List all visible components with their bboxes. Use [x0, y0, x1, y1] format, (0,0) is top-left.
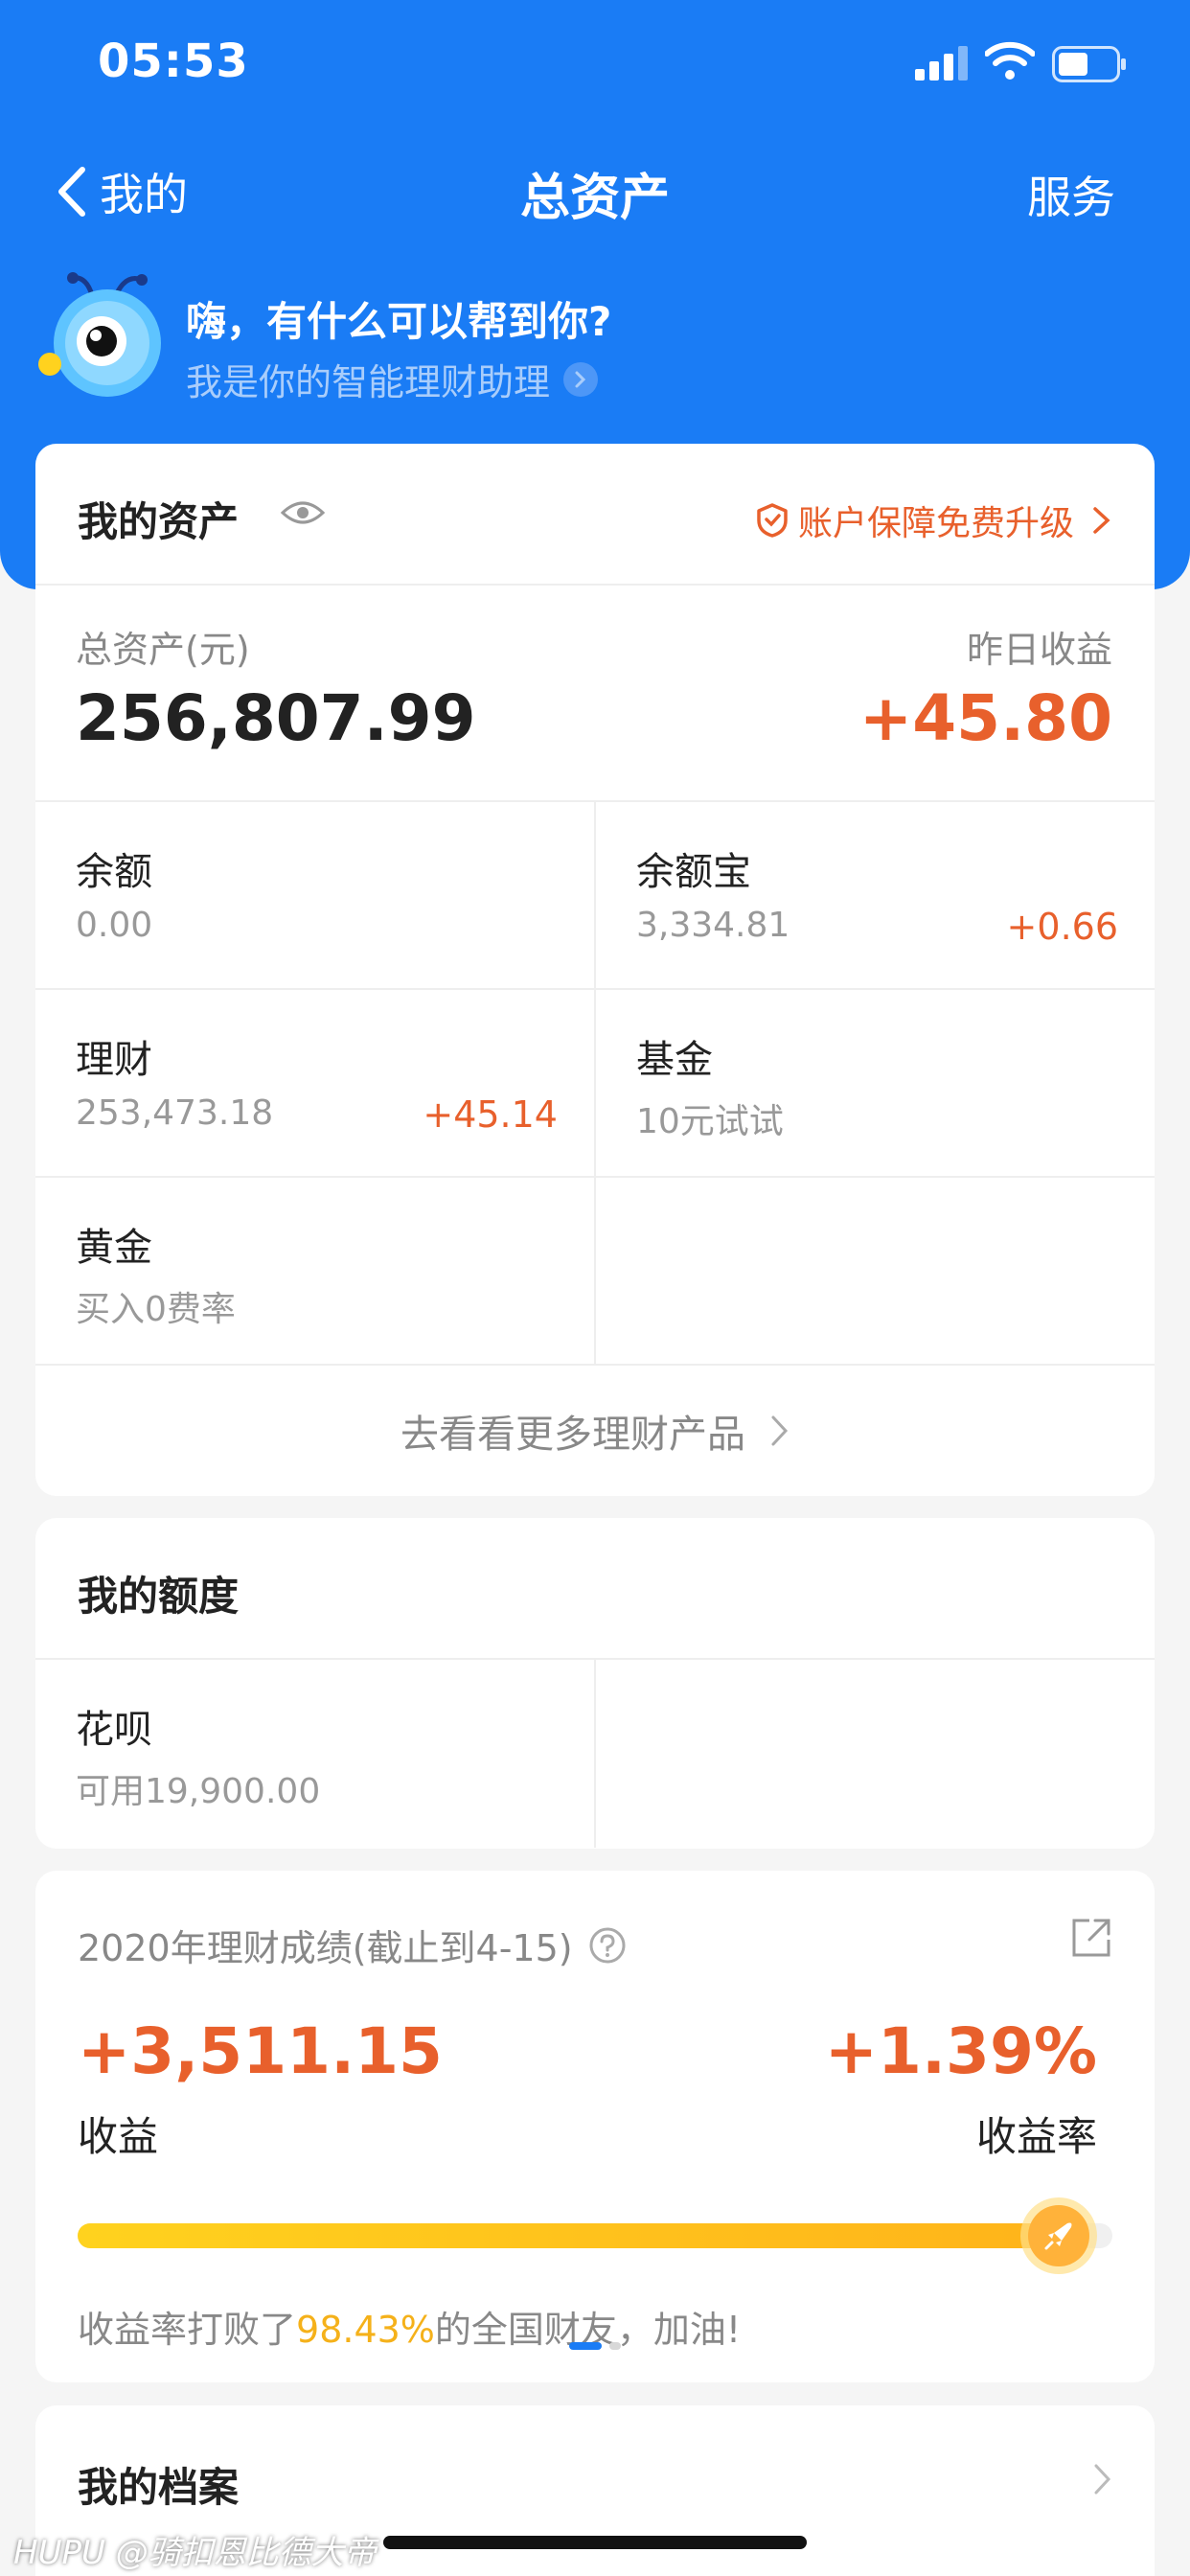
asset-item-gain: +45.14: [423, 1093, 558, 1136]
assistant-subtitle-text: 我是你的智能理财助理: [186, 361, 551, 403]
yesterday-earnings-label: 昨日收益: [966, 629, 1112, 671]
quota-title: 我的额度: [78, 1573, 240, 1620]
yesterday-earnings-value: +45.80: [858, 681, 1112, 755]
performance-rate-value: +1.39%: [824, 2014, 1097, 2088]
asset-item-gold[interactable]: 黄金 买入0费率: [35, 1178, 596, 1366]
chevron-right-circle-icon: [563, 361, 599, 397]
asset-item-balance[interactable]: 余额 0.00: [35, 802, 596, 990]
asset-item-gain: +0.66: [1006, 906, 1118, 948]
asset-item-value: 3,334.81: [636, 906, 790, 945]
mascot-ant-icon: [38, 272, 161, 397]
total-assets-label: 总资产(元): [76, 629, 250, 671]
asset-item-value: 买入0费率: [76, 1290, 236, 1329]
carousel-dot-active: [569, 2342, 602, 2350]
assistant-greeting: 嗨，有什么可以帮到你?: [186, 298, 612, 345]
chevron-right-icon: [771, 1415, 789, 1446]
assistant-subtitle: 我是你的智能理财助理: [186, 353, 599, 405]
total-assets-value: 256,807.99: [76, 681, 476, 755]
home-indicator[interactable]: [383, 2536, 807, 2549]
profile-title: 我的档案: [78, 2464, 240, 2511]
account-protection-link[interactable]: 账户保障免费升级: [756, 495, 1112, 545]
quota-item-huabei[interactable]: 花呗 可用19,900.00: [35, 1660, 596, 1848]
asset-item-value: 0.00: [76, 906, 153, 945]
page-title: 总资产: [519, 170, 670, 227]
performance-card: 2020年理财成绩(截止到4-15) +3,511.15 +1.39% 收益 收…: [35, 1871, 1155, 2382]
watermark: HUPU @骑扣恩比德大帝: [13, 2534, 377, 2572]
performance-title: 2020年理财成绩(截止到4-15): [78, 1919, 627, 1971]
performance-rate-label: 收益率: [975, 2113, 1097, 2160]
asset-item-yuebao[interactable]: 余额宝 3,334.81 +0.66: [596, 802, 1155, 990]
asset-item-value: 253,473.18: [76, 1093, 274, 1133]
rank-progress-track: [78, 2223, 1112, 2248]
asset-item-fund[interactable]: 基金 10元试试: [596, 990, 1155, 1178]
assistant-banner[interactable]: 嗨，有什么可以帮到你? 我是你的智能理财助理: [36, 268, 1148, 412]
battery-icon: [1052, 46, 1126, 82]
status-time: 05:53: [98, 34, 249, 88]
quota-grid: 花呗 可用19,900.00: [35, 1660, 1155, 1848]
asset-item-title: 余额宝: [636, 850, 751, 894]
asset-grid: 余额 0.00 余额宝 3,334.81 +0.66 理财 253,473.18…: [35, 802, 1155, 1366]
asset-item-value: 10元试试: [636, 1102, 784, 1141]
asset-item-wealth[interactable]: 理财 253,473.18 +45.14: [35, 990, 596, 1178]
service-button[interactable]: 服务: [1027, 163, 1115, 226]
total-assets-row[interactable]: 总资产(元) 256,807.99 昨日收益 +45.80: [35, 586, 1155, 802]
chevron-right-icon: [1093, 507, 1110, 534]
chevron-right-icon: [1094, 2464, 1111, 2495]
shield-icon: [757, 503, 788, 538]
rocket-icon: [1020, 2197, 1097, 2274]
performance-gain-value: +3,511.15: [78, 2014, 443, 2088]
quota-card: 我的额度 花呗 可用19,900.00: [35, 1518, 1155, 1849]
help-icon[interactable]: [588, 1926, 627, 1965]
performance-title-text: 2020年理财成绩(截止到4-15): [78, 1927, 573, 1969]
more-products-label: 去看看更多理财产品: [400, 1413, 745, 1457]
quota-item-value: 可用19,900.00: [76, 1772, 321, 1811]
assets-title: 我的资产: [78, 498, 240, 545]
assets-card-header: 我的资产 账户保障免费升级: [35, 444, 1155, 586]
eye-icon[interactable]: [280, 497, 326, 528]
carousel-dots: [35, 2342, 1155, 2350]
rank-progress-fill: [78, 2223, 1048, 2248]
performance-gain-label: 收益: [78, 2113, 159, 2160]
asset-item-title: 基金: [636, 1038, 713, 1082]
assets-card: 我的资产 账户保障免费升级 总资产(元) 256,807.99 昨日收益 +45…: [35, 444, 1155, 1496]
carousel-dot: [609, 2342, 621, 2350]
more-products-link[interactable]: 去看看更多理财产品: [35, 1366, 1155, 1496]
quota-item-empty: [596, 1660, 1155, 1848]
navigation-bar: 我的 总资产 服务: [0, 144, 1190, 240]
quota-item-title: 花呗: [76, 1708, 152, 1752]
account-protection-label: 账户保障免费升级: [797, 504, 1074, 543]
cellular-signal-icon: [915, 46, 968, 80]
wifi-icon: [985, 41, 1035, 80]
asset-item-title: 余额: [76, 850, 152, 894]
asset-item-title: 理财: [76, 1038, 152, 1082]
status-bar: 05:53: [0, 0, 1190, 134]
asset-item-empty: [596, 1178, 1155, 1366]
share-icon[interactable]: [1070, 1917, 1112, 1959]
quota-card-header: 我的额度: [35, 1518, 1155, 1660]
asset-item-title: 黄金: [76, 1226, 152, 1270]
